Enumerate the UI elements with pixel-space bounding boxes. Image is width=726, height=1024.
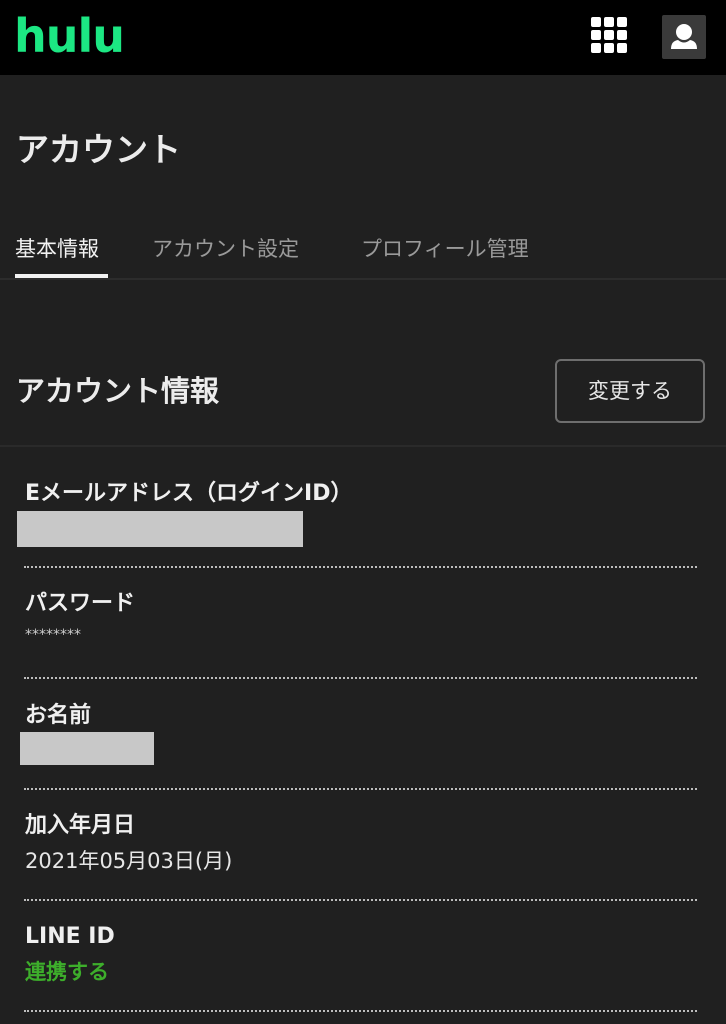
field-divider <box>24 566 697 568</box>
active-tab-indicator <box>15 274 108 278</box>
line-link-button[interactable]: 連携する <box>25 956 109 988</box>
top-navigation-bar: hulu <box>0 0 726 75</box>
field-divider <box>24 899 697 901</box>
password-label: パスワード <box>25 591 136 616</box>
name-label: お名前 <box>25 703 92 728</box>
change-button[interactable]: 変更する <box>555 359 705 423</box>
section-divider <box>0 445 726 447</box>
field-divider <box>24 1010 697 1012</box>
section-title: アカウント情報 <box>16 374 220 408</box>
tab-basic-info[interactable]: 基本情報 <box>15 232 99 266</box>
hulu-logo[interactable]: hulu <box>14 11 125 61</box>
profile-avatar-icon[interactable] <box>662 15 706 59</box>
tab-bar: 基本情報 アカウント設定 プロフィール管理 <box>0 222 726 280</box>
field-divider <box>24 788 697 790</box>
email-label: Eメールアドレス（ログインID） <box>25 481 353 506</box>
tab-account-settings[interactable]: アカウント設定 <box>152 232 299 266</box>
join-date-label: 加入年月日 <box>25 813 136 838</box>
password-value: ******** <box>25 627 81 643</box>
page-title: アカウント <box>16 130 181 169</box>
field-divider <box>24 677 697 679</box>
join-date-value: 2021年05月03日(月) <box>25 849 233 873</box>
line-id-label: LINE ID <box>25 924 115 949</box>
name-value-masked <box>20 732 154 765</box>
tab-profile-management[interactable]: プロフィール管理 <box>361 232 529 266</box>
email-value-masked <box>17 511 303 547</box>
grid-menu-icon[interactable] <box>590 16 628 54</box>
